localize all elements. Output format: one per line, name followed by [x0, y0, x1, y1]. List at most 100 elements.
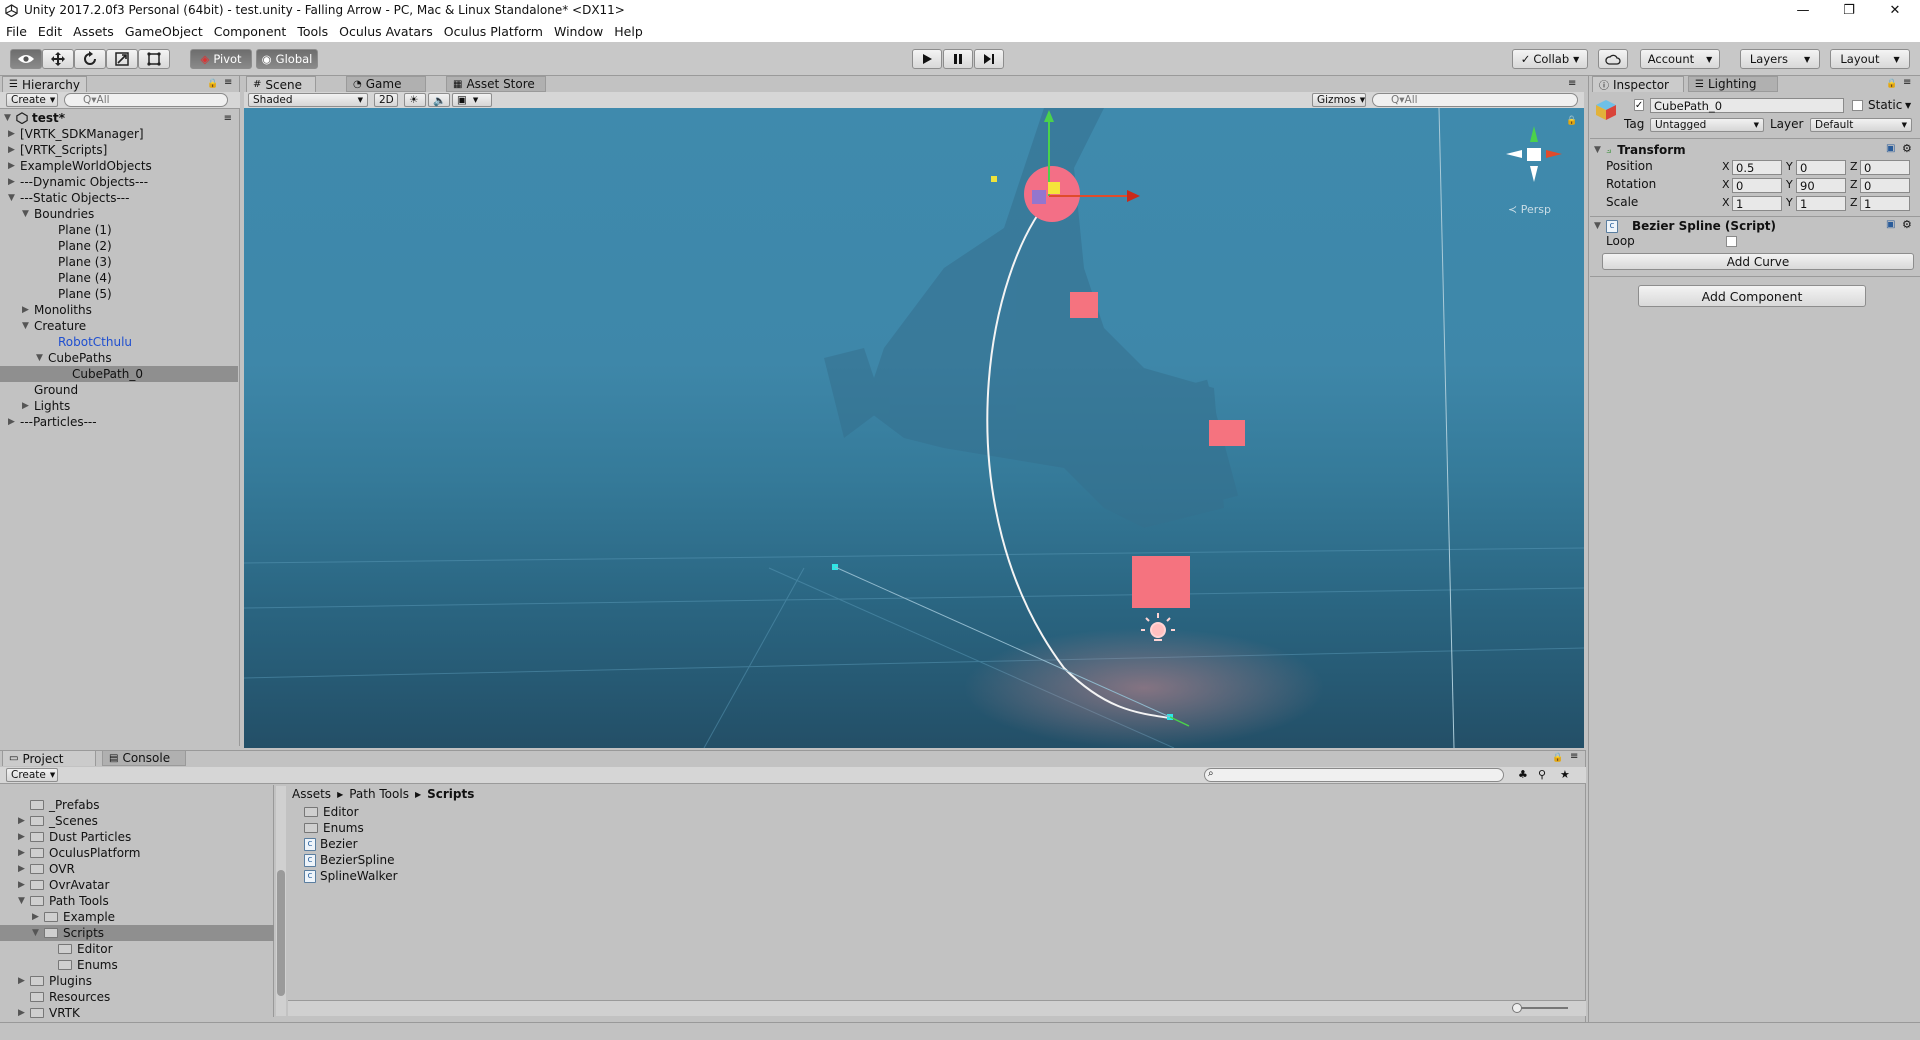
menu-oculus-avatars[interactable]: Oculus Avatars	[339, 24, 433, 39]
static-checkbox[interactable]	[1852, 100, 1863, 111]
pivot-toggle[interactable]: ◈ Pivot	[190, 49, 252, 69]
pink-cube[interactable]	[1070, 292, 1098, 318]
pink-cube[interactable]	[1209, 420, 1245, 446]
project-search-input[interactable]	[1204, 768, 1504, 782]
scene-search-input[interactable]: Q▾All	[1372, 93, 1578, 107]
settings-gear-icon[interactable]: ⚙	[1902, 142, 1912, 155]
hierarchy-row[interactable]: ▼ ---Static Objects---	[0, 190, 238, 206]
hierarchy-row[interactable]: ▶ Lights	[0, 398, 238, 414]
lock-icon[interactable]: 🔒	[207, 79, 218, 89]
lock-icon[interactable]: 🔒	[1566, 116, 1577, 126]
project-folder-row[interactable]: Enums	[0, 957, 274, 973]
hierarchy-create-button[interactable]: Create ▼	[6, 93, 58, 107]
layers-dropdown[interactable]: Layers ▼	[1740, 49, 1820, 69]
breadcrumb-path-tools[interactable]: Path Tools	[349, 787, 409, 801]
active-checkbox[interactable]: ✓	[1634, 99, 1644, 111]
project-folder-row[interactable]: ▼ Scripts	[0, 925, 274, 941]
expand-arrow-icon[interactable]: ▶	[18, 976, 30, 986]
hierarchy-row[interactable]: ▶ ---Dynamic Objects---	[0, 174, 238, 190]
lock-icon[interactable]: 🔒	[1886, 79, 1897, 89]
layout-dropdown[interactable]: Layout ▼	[1830, 49, 1910, 69]
project-file-item[interactable]: Editor	[304, 804, 359, 820]
hierarchy-row[interactable]: CubePath_0	[0, 366, 238, 382]
gizmos-dropdown[interactable]: Gizmos ▼	[1312, 93, 1366, 107]
collapse-arrow-icon[interactable]: ▼	[8, 193, 20, 203]
menu-gameobject[interactable]: GameObject	[125, 24, 203, 39]
expand-arrow-icon[interactable]: ▶	[8, 145, 20, 155]
project-folder-row[interactable]: ▶ Plugins	[0, 973, 274, 989]
project-folder-row[interactable]: ▶ Dust Particles	[0, 829, 274, 845]
hierarchy-row[interactable]: ▶ [VRTK_SDKManager]	[0, 126, 238, 142]
rotate-tool-button[interactable]	[74, 49, 106, 69]
project-folder-row[interactable]: ▶ OvrAvatar	[0, 877, 274, 893]
expand-arrow-icon[interactable]: ▶	[8, 417, 20, 427]
tab-hierarchy[interactable]: ☰ Hierarchy	[2, 76, 87, 92]
collapse-arrow-icon[interactable]: ▼	[32, 928, 44, 938]
hierarchy-row[interactable]: Plane (4)	[0, 270, 238, 286]
settings-gear-icon[interactable]: ⚙	[1902, 218, 1912, 231]
bezier-script-header[interactable]: ▼ c Bezier Spline (Script)	[1594, 218, 1776, 234]
hierarchy-row[interactable]: ▶ ExampleWorldObjects	[0, 158, 238, 174]
hierarchy-row[interactable]: ▼ Creature	[0, 318, 238, 334]
2d-toggle[interactable]: 2D	[374, 93, 398, 107]
collapse-arrow-icon[interactable]: ▼	[22, 209, 34, 219]
project-folder-row[interactable]: ▶ OVR	[0, 861, 274, 877]
expand-arrow-icon[interactable]: ▶	[8, 161, 20, 171]
effects-dropdown[interactable]: ▣ ▼	[452, 93, 492, 107]
minimize-button[interactable]: —	[1780, 0, 1826, 20]
panel-menu-icon[interactable]: ≡	[1568, 78, 1576, 89]
transform-header[interactable]: ▼ ⟓ Transform	[1594, 142, 1686, 158]
expand-arrow-icon[interactable]: ▼	[1594, 221, 1606, 231]
add-component-button[interactable]: Add Component	[1638, 285, 1866, 307]
filter-type-icon[interactable]: ♣	[1518, 768, 1528, 781]
scale-tool-button[interactable]	[106, 49, 138, 69]
icon-size-slider-knob[interactable]	[1512, 1003, 1522, 1013]
project-folder-row[interactable]: ▶ OculusPlatform	[0, 845, 274, 861]
layer-dropdown[interactable]: Default ▼	[1810, 118, 1912, 132]
expand-arrow-icon[interactable]: ▶	[22, 305, 34, 315]
expand-arrow-icon[interactable]: ▶	[8, 177, 20, 187]
project-folder-row[interactable]: ▶ _Scenes	[0, 813, 274, 829]
step-button[interactable]	[974, 49, 1004, 69]
collab-dropdown[interactable]: ✓ Collab ▼	[1512, 49, 1588, 69]
project-file-item[interactable]: c SplineWalker	[304, 868, 398, 884]
shading-mode-dropdown[interactable]: Shaded ▼	[248, 93, 368, 107]
chevron-down-icon[interactable]: ▼	[1905, 101, 1911, 110]
expand-arrow-icon[interactable]: ▼	[1594, 145, 1606, 155]
hierarchy-row[interactable]: RobotCthulu	[0, 334, 238, 350]
project-folder-row[interactable]: Resources	[0, 989, 274, 1005]
transform-rotation-x-field[interactable]: 0	[1732, 178, 1782, 193]
hierarchy-row[interactable]: Plane (3)	[0, 254, 238, 270]
cloud-button[interactable]	[1598, 49, 1628, 69]
expand-arrow-icon[interactable]: ▶	[18, 816, 30, 826]
hierarchy-row[interactable]: Plane (5)	[0, 286, 238, 302]
add-curve-button[interactable]: Add Curve	[1602, 253, 1914, 270]
pink-cube[interactable]	[1132, 556, 1190, 608]
hierarchy-row[interactable]: Ground	[0, 382, 238, 398]
scene-render[interactable]	[244, 108, 1584, 748]
audio-toggle[interactable]: 🔈	[428, 93, 450, 107]
help-book-icon[interactable]: ▣	[1886, 143, 1895, 154]
move-tool-button[interactable]	[42, 49, 74, 69]
scene-menu-icon[interactable]: ≡	[224, 113, 232, 124]
project-file-item[interactable]: c Bezier	[304, 836, 358, 852]
filter-label-icon[interactable]: ⚲	[1538, 768, 1546, 781]
collapse-arrow-icon[interactable]: ▼	[36, 353, 48, 363]
menu-help[interactable]: Help	[614, 24, 643, 39]
project-folder-row[interactable]: Editor	[0, 941, 274, 957]
tab-scene[interactable]: # Scene	[246, 76, 316, 92]
pause-button[interactable]	[943, 49, 973, 69]
expand-arrow-icon[interactable]: ▶	[32, 912, 44, 922]
project-folder-row[interactable]: ▶ VRTK	[0, 1005, 274, 1021]
loop-checkbox[interactable]	[1726, 236, 1737, 247]
expand-arrow-icon[interactable]: ▼	[4, 113, 16, 123]
hierarchy-row[interactable]: Plane (1)	[0, 222, 238, 238]
scrollbar-thumb[interactable]	[277, 870, 285, 996]
transform-scale-z-field[interactable]: 1	[1860, 196, 1910, 211]
perspective-label[interactable]: ≺ Persp	[1508, 203, 1551, 216]
project-create-button[interactable]: Create ▼	[6, 768, 58, 782]
project-file-item[interactable]: Enums	[304, 820, 364, 836]
expand-arrow-icon[interactable]: ▶	[18, 880, 30, 890]
menu-window[interactable]: Window	[554, 24, 603, 39]
hierarchy-row[interactable]: ▶ Monoliths	[0, 302, 238, 318]
